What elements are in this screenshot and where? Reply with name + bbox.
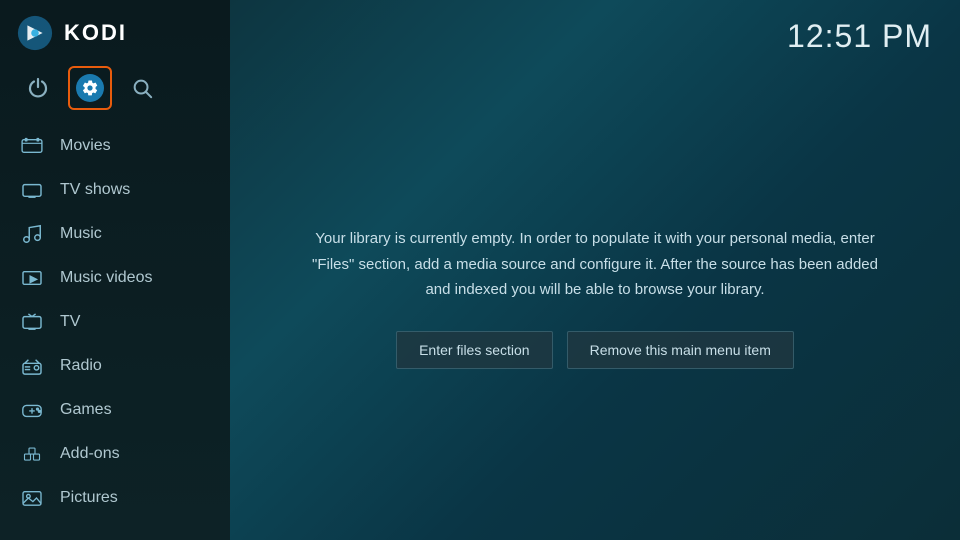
radio-icon [20,354,44,378]
addons-label: Add-ons [60,445,120,463]
gear-icon [76,74,104,102]
enter-files-button[interactable]: Enter files section [396,331,553,369]
action-buttons: Enter files section Remove this main men… [396,331,794,369]
power-button[interactable] [16,66,60,110]
top-bar: 12:51 PM [230,0,960,55]
clock-display: 12:51 PM [787,18,932,55]
search-icon [131,77,153,99]
sidebar-item-radio[interactable]: Radio [0,344,230,388]
tv-label: TV [60,313,80,331]
kodi-title: KODI [64,20,127,46]
empty-library-message: Your library is currently empty. In orde… [305,226,885,303]
pictures-icon [20,486,44,510]
sidebar-item-pictures[interactable]: Pictures [0,476,230,520]
remove-menu-item-button[interactable]: Remove this main menu item [567,331,794,369]
tvshows-icon [20,178,44,202]
tvshows-label: TV shows [60,181,130,199]
movies-label: Movies [60,137,111,155]
movies-icon [20,134,44,158]
sidebar: KODI [0,0,230,540]
games-label: Games [60,401,112,419]
sidebar-item-tvshows[interactable]: TV shows [0,168,230,212]
top-icon-row [0,62,230,120]
addons-icon [20,442,44,466]
search-button[interactable] [120,66,164,110]
musicvideos-icon [20,266,44,290]
power-icon [27,77,49,99]
musicvideos-label: Music videos [60,269,152,287]
games-icon [20,398,44,422]
music-label: Music [60,225,102,243]
music-icon [20,222,44,246]
radio-label: Radio [60,357,102,375]
sidebar-item-games[interactable]: Games [0,388,230,432]
settings-button[interactable] [68,66,112,110]
sidebar-item-movies[interactable]: Movies [0,124,230,168]
sidebar-item-tv[interactable]: TV [0,300,230,344]
sidebar-item-musicvideos[interactable]: Music videos [0,256,230,300]
pictures-label: Pictures [60,489,118,507]
main-content: 12:51 PM Your library is currently empty… [230,0,960,540]
sidebar-header: KODI [0,0,230,62]
kodi-logo [16,14,54,52]
sidebar-item-music[interactable]: Music [0,212,230,256]
content-area: Your library is currently empty. In orde… [230,55,960,540]
tv-icon [20,310,44,334]
sidebar-item-addons[interactable]: Add-ons [0,432,230,476]
sidebar-nav: Movies TV shows Music [0,120,230,540]
